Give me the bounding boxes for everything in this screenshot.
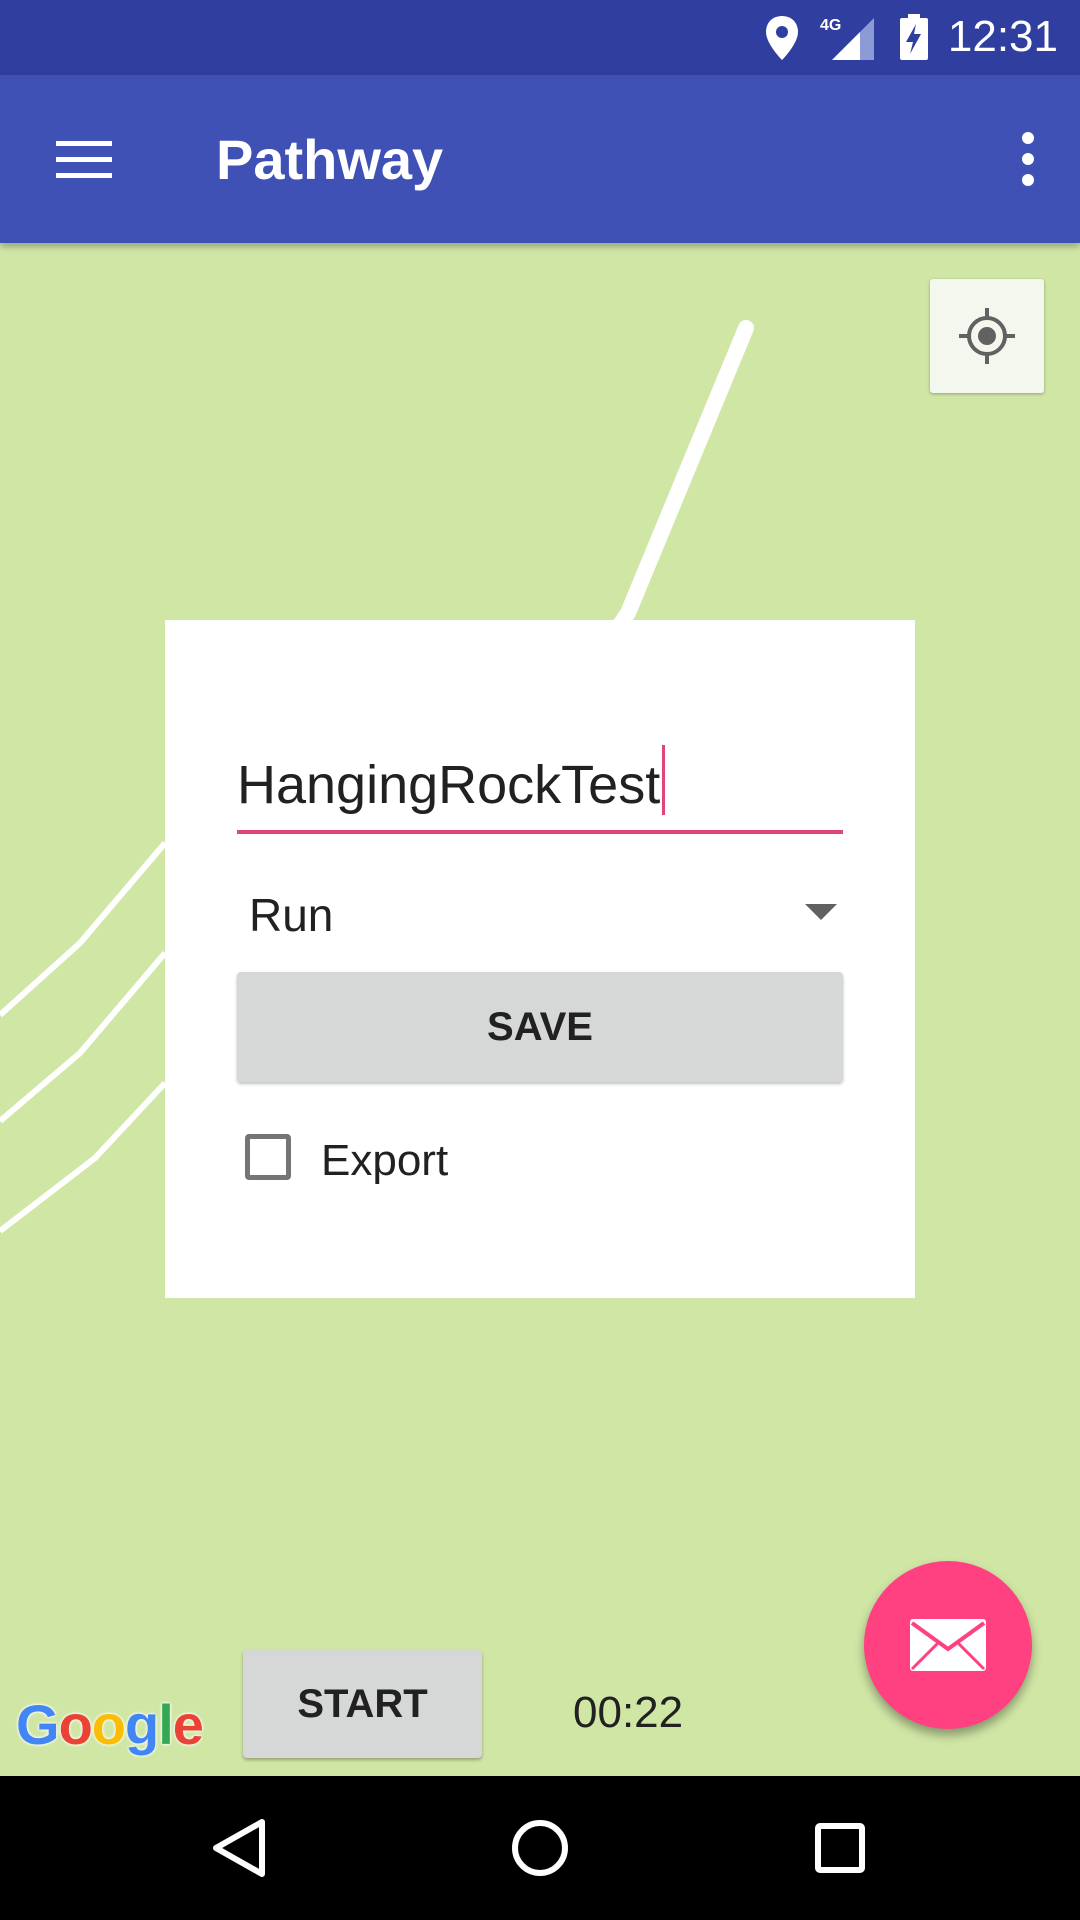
elapsed-timer: 00:22 (573, 1688, 684, 1737)
track-name-input[interactable]: HangingRockTest (237, 745, 666, 816)
status-bar: 4G 12:31 (0, 0, 1080, 75)
location-icon (764, 14, 800, 67)
svg-text:4G: 4G (820, 17, 841, 34)
app-bar: Pathway (0, 75, 1080, 243)
clock-time: 12:31 (947, 12, 1058, 61)
app-title: Pathway (216, 128, 444, 191)
home-icon[interactable] (500, 1808, 580, 1888)
export-checkbox[interactable] (245, 1134, 291, 1180)
battery-charging-icon (898, 14, 930, 67)
save-track-dialog: HangingRockTest Run SAVE Export (165, 620, 915, 1298)
track-name-value: HangingRockTest (237, 755, 661, 815)
my-location-button[interactable] (930, 279, 1044, 393)
email-icon (910, 1619, 986, 1671)
my-location-icon (959, 308, 1015, 364)
back-icon[interactable] (200, 1808, 280, 1888)
signal-4g-icon: 4G (820, 14, 876, 67)
activity-type-value: Run (249, 889, 334, 941)
dropdown-arrow-icon (805, 904, 837, 920)
email-fab-button[interactable] (864, 1561, 1032, 1729)
start-button[interactable]: START (243, 1650, 482, 1758)
export-label: Export (321, 1136, 449, 1185)
text-cursor (662, 745, 666, 815)
hamburger-menu-icon[interactable] (40, 119, 130, 199)
more-vert-icon[interactable] (1000, 119, 1060, 199)
track-name-underline (237, 830, 843, 834)
activity-type-dropdown[interactable]: Run (237, 860, 843, 960)
system-navigation-bar (0, 1776, 1080, 1920)
recents-icon[interactable] (800, 1808, 880, 1888)
save-button[interactable]: SAVE (237, 972, 843, 1082)
google-attribution-logo: Google (16, 1693, 204, 1756)
